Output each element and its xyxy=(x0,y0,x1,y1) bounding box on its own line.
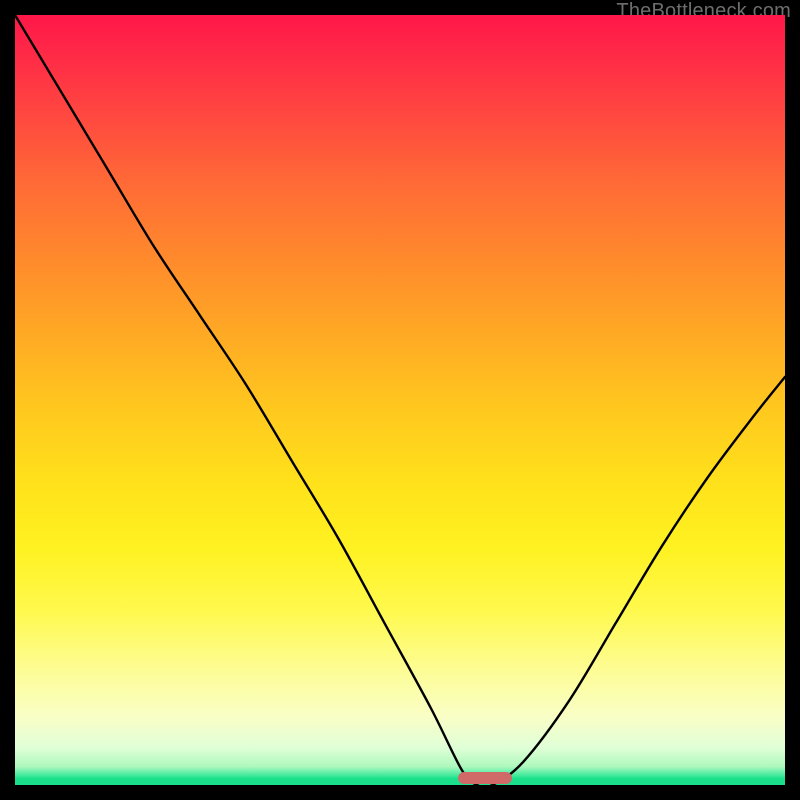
plot-area xyxy=(15,15,785,785)
chart-frame: TheBottleneck.com xyxy=(0,0,800,800)
optimum-marker xyxy=(458,772,512,784)
bottleneck-curve xyxy=(15,15,785,785)
